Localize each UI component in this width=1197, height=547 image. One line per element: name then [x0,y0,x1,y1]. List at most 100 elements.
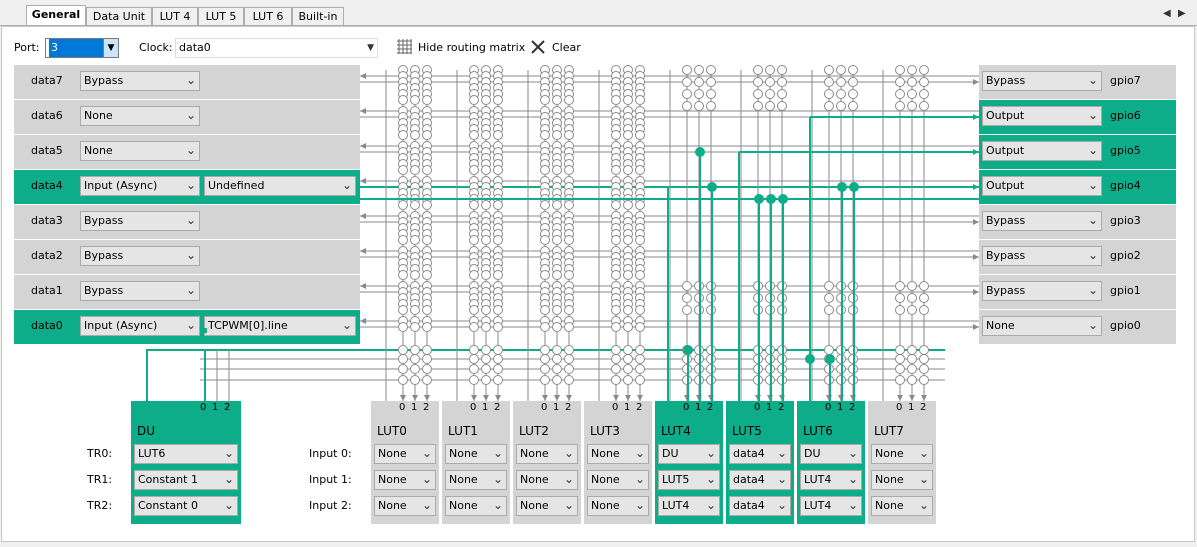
chevron-down-icon: ⌄ [918,446,929,460]
matrix-node [552,95,562,105]
matrix-node [398,130,408,140]
lut6-input1-select[interactable]: LUT4 ⌄ [800,470,862,490]
matrix-node [694,89,704,99]
select-value: LUT4 [804,473,832,486]
matrix-node [540,130,550,140]
matrix-node [398,305,408,315]
matrix-node [694,65,704,75]
matrix-node [682,293,692,303]
lut5-input0-select[interactable]: data4 ⌄ [729,444,791,464]
lut1-input0-select[interactable]: None ⌄ [445,444,507,464]
matrix-node [824,89,834,99]
matrix-node [611,375,621,385]
row-arrow [973,289,979,295]
matrix-node [493,364,503,374]
matrix-node [481,322,491,332]
lut5-input1-select[interactable]: data4 ⌄ [729,470,791,490]
matrix-node [907,364,917,374]
matrix-node [410,95,420,105]
lut-pin-label: 2 [707,402,714,413]
lut0-input1-select[interactable]: None ⌄ [374,470,436,490]
matrix-node [422,165,432,175]
lut4-input0-select[interactable]: DU ⌄ [658,444,720,464]
matrix-node [481,305,491,315]
matrix-node [611,235,621,245]
lut7-input1-select[interactable]: None ⌄ [871,470,933,490]
lut5-input2-select[interactable]: data4 ⌄ [729,496,791,516]
lut-input-label: Input 2: [309,499,352,512]
matrix-node [398,364,408,374]
matrix-node [540,364,550,374]
matrix-node [623,354,633,364]
chevron-down-icon: ⌄ [492,446,503,460]
matrix-node [410,165,420,175]
lut2-input2-select[interactable]: None ⌄ [516,496,578,516]
chevron-down-icon: ⌄ [776,446,787,460]
matrix-node [469,375,479,385]
matrix-node [682,65,692,75]
select-value: None [520,447,549,460]
lut0-input0-select[interactable]: None ⌄ [374,444,436,464]
lut3-input2-select[interactable]: None ⌄ [587,496,649,516]
select-value: None [875,499,904,512]
matrix-node [907,305,917,315]
lut-title: LUT4 [661,424,691,438]
matrix-node [410,364,420,374]
matrix-node [611,95,621,105]
lut4-input1-select[interactable]: LUT5 ⌄ [658,470,720,490]
lut3-input0-select[interactable]: None ⌄ [587,444,649,464]
matrix-node [469,130,479,140]
matrix-node [682,101,692,111]
matrix-node [919,375,929,385]
chevron-down-icon: ⌄ [705,498,716,512]
matrix-node [765,101,775,111]
matrix-node [422,200,432,210]
lut4-input2-select[interactable]: LUT4 ⌄ [658,496,720,516]
matrix-node [623,200,633,210]
lut6-input2-select[interactable]: LUT4 ⌄ [800,496,862,516]
matrix-node [469,305,479,315]
select-value: DU [662,447,679,460]
matrix-node [824,77,834,87]
matrix-node [422,345,432,355]
matrix-node [493,375,503,385]
du-tr1-select[interactable]: Constant 1 ⌄ [134,470,238,490]
lut7-input0-select[interactable]: None ⌄ [871,444,933,464]
matrix-node [919,305,929,315]
matrix-node [706,65,716,75]
du-pin-label: 1 [212,402,219,413]
lut7-input2-select[interactable]: None ⌄ [871,496,933,516]
matrix-node [824,281,834,291]
lut1-input1-select[interactable]: None ⌄ [445,470,507,490]
select-value: None [449,473,478,486]
matrix-node [824,293,834,303]
matrix-node [493,235,503,245]
row-arrow [360,248,366,254]
row-arrow [360,213,366,219]
matrix-node [635,364,645,374]
matrix-node [469,322,479,332]
matrix-node [635,165,645,175]
lut-pin-label: 1 [837,402,844,413]
lut1-input2-select[interactable]: None ⌄ [445,496,507,516]
matrix-node [564,200,574,210]
du-tr2-select[interactable]: Constant 0 ⌄ [134,496,238,516]
matrix-node [552,354,562,364]
matrix-node [540,322,550,332]
lut2-input0-select[interactable]: None ⌄ [516,444,578,464]
matrix-node [469,364,479,374]
lut2-input1-select[interactable]: None ⌄ [516,470,578,490]
select-value: LUT5 [662,473,690,486]
matrix-node [895,305,905,315]
lut3-input1-select[interactable]: None ⌄ [587,470,649,490]
matrix-node [635,270,645,280]
lut6-input0-select[interactable]: DU ⌄ [800,444,862,464]
lut-pin-label: 2 [423,402,430,413]
lut0-input2-select[interactable]: None ⌄ [374,496,436,516]
chevron-down-icon: ⌄ [421,446,432,460]
du-tr-label: TR1: [87,473,113,486]
chevron-down-icon: ⌄ [705,472,716,486]
matrix-node [848,89,858,99]
row-arrow [973,254,979,260]
du-tr0-select[interactable]: LUT6 ⌄ [134,444,238,464]
